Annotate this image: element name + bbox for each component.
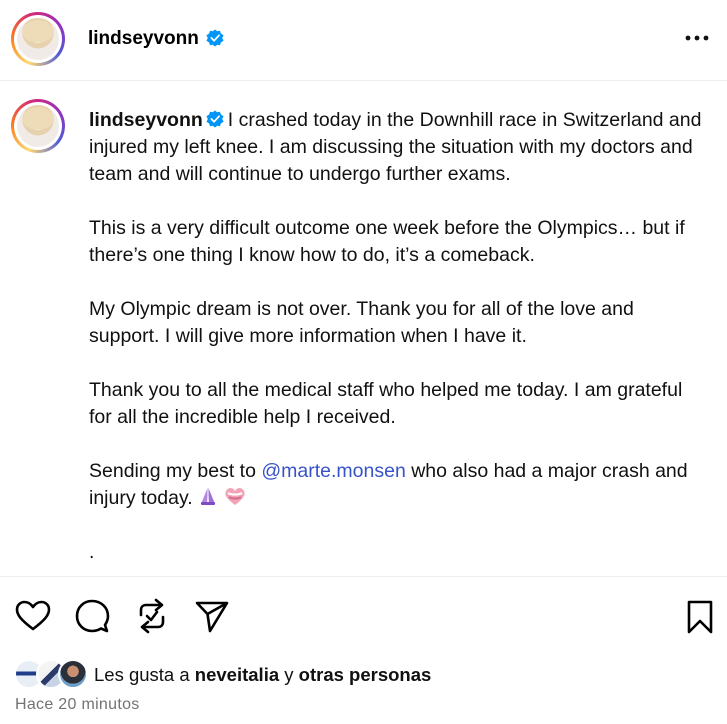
likes-prefix: Les gusta a xyxy=(94,664,195,685)
caption-verified-badge-icon xyxy=(206,110,224,128)
folded-hands-emoji-icon xyxy=(200,488,215,505)
likes-others[interactable]: otras personas xyxy=(299,664,432,685)
share-icon[interactable] xyxy=(194,600,230,634)
repost-icon[interactable] xyxy=(135,598,169,634)
liker-avatar-3[interactable] xyxy=(58,659,88,689)
author-username[interactable]: lindseyvonn xyxy=(88,28,199,50)
caption-paragraph-4: Thank you to all the medical staff who h… xyxy=(89,379,683,428)
heart-emoji-icon xyxy=(225,488,245,505)
caption-author-avatar[interactable] xyxy=(11,99,65,153)
caption-text-5a: Sending my best to xyxy=(89,460,262,482)
likes-row: Les gusta a neveitalia y otras personas xyxy=(14,657,714,691)
caption-username[interactable]: lindseyvonn xyxy=(89,109,203,131)
liker-username[interactable]: neveitalia xyxy=(195,664,279,685)
likes-summary[interactable]: Les gusta a neveitalia y otras personas xyxy=(94,664,431,686)
bookmark-icon[interactable] xyxy=(686,600,714,634)
likes-connector: y xyxy=(279,664,299,685)
post-header: lindseyvonn xyxy=(0,0,727,81)
more-options-icon[interactable] xyxy=(684,26,712,50)
caption-paragraph-3: My Olympic dream is not over. Thank you … xyxy=(89,298,634,347)
verified-badge-icon xyxy=(206,29,224,47)
caption-section: lindseyvonn I crashed today in the Downhi… xyxy=(0,82,727,577)
heart-icon[interactable] xyxy=(15,600,51,632)
post-caption: lindseyvonn I crashed today in the Downhi… xyxy=(89,107,709,576)
caption-paragraph-2: This is a very difficult outcome one wee… xyxy=(89,217,685,266)
caption-paragraph-5: Sending my best to @marte.monsen who als… xyxy=(89,458,709,512)
mention-link[interactable]: @marte.monsen xyxy=(261,460,405,482)
caption-trailing: . xyxy=(89,541,95,563)
post-timestamp[interactable]: Hace 20 minutos xyxy=(15,696,140,714)
caption-paragraph-1: lindseyvonn I crashed today in the Downhi… xyxy=(89,107,709,188)
author-avatar[interactable] xyxy=(11,12,65,66)
comment-icon[interactable] xyxy=(74,598,110,634)
